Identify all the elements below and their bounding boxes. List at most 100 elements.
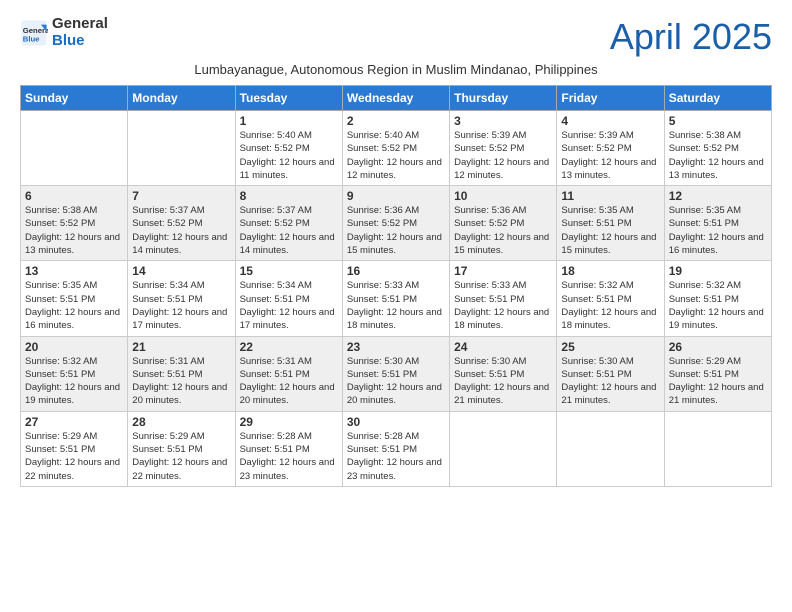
calendar-cell <box>664 411 771 486</box>
day-info: Sunrise: 5:34 AM Sunset: 5:51 PM Dayligh… <box>132 279 230 332</box>
day-number: 18 <box>561 264 659 278</box>
day-info: Sunrise: 5:32 AM Sunset: 5:51 PM Dayligh… <box>561 279 659 332</box>
week-row-1: 1Sunrise: 5:40 AM Sunset: 5:52 PM Daylig… <box>21 111 772 186</box>
calendar-cell: 24Sunrise: 5:30 AM Sunset: 5:51 PM Dayli… <box>450 336 557 411</box>
calendar-cell <box>450 411 557 486</box>
calendar-cell: 12Sunrise: 5:35 AM Sunset: 5:51 PM Dayli… <box>664 186 771 261</box>
day-info: Sunrise: 5:36 AM Sunset: 5:52 PM Dayligh… <box>454 204 552 257</box>
col-header-monday: Monday <box>128 86 235 111</box>
day-info: Sunrise: 5:29 AM Sunset: 5:51 PM Dayligh… <box>25 430 123 483</box>
day-number: 14 <box>132 264 230 278</box>
day-info: Sunrise: 5:29 AM Sunset: 5:51 PM Dayligh… <box>669 355 767 408</box>
logo: General Blue General Blue <box>20 16 108 49</box>
day-number: 27 <box>25 415 123 429</box>
calendar-cell: 19Sunrise: 5:32 AM Sunset: 5:51 PM Dayli… <box>664 261 771 336</box>
week-row-3: 13Sunrise: 5:35 AM Sunset: 5:51 PM Dayli… <box>21 261 772 336</box>
day-number: 24 <box>454 340 552 354</box>
day-number: 28 <box>132 415 230 429</box>
logo-text: General Blue <box>52 16 108 49</box>
day-number: 11 <box>561 189 659 203</box>
day-number: 5 <box>669 114 767 128</box>
calendar-header: SundayMondayTuesdayWednesdayThursdayFrid… <box>21 86 772 111</box>
day-number: 2 <box>347 114 445 128</box>
calendar-cell: 7Sunrise: 5:37 AM Sunset: 5:52 PM Daylig… <box>128 186 235 261</box>
calendar-cell: 16Sunrise: 5:33 AM Sunset: 5:51 PM Dayli… <box>342 261 449 336</box>
calendar-cell <box>128 111 235 186</box>
day-info: Sunrise: 5:33 AM Sunset: 5:51 PM Dayligh… <box>454 279 552 332</box>
calendar-cell: 30Sunrise: 5:28 AM Sunset: 5:51 PM Dayli… <box>342 411 449 486</box>
calendar-cell: 21Sunrise: 5:31 AM Sunset: 5:51 PM Dayli… <box>128 336 235 411</box>
day-number: 25 <box>561 340 659 354</box>
col-header-sunday: Sunday <box>21 86 128 111</box>
day-number: 21 <box>132 340 230 354</box>
col-header-thursday: Thursday <box>450 86 557 111</box>
day-number: 12 <box>669 189 767 203</box>
calendar-cell: 1Sunrise: 5:40 AM Sunset: 5:52 PM Daylig… <box>235 111 342 186</box>
week-row-5: 27Sunrise: 5:29 AM Sunset: 5:51 PM Dayli… <box>21 411 772 486</box>
day-info: Sunrise: 5:37 AM Sunset: 5:52 PM Dayligh… <box>132 204 230 257</box>
calendar-cell: 5Sunrise: 5:38 AM Sunset: 5:52 PM Daylig… <box>664 111 771 186</box>
day-info: Sunrise: 5:36 AM Sunset: 5:52 PM Dayligh… <box>347 204 445 257</box>
calendar-cell: 11Sunrise: 5:35 AM Sunset: 5:51 PM Dayli… <box>557 186 664 261</box>
calendar-cell: 10Sunrise: 5:36 AM Sunset: 5:52 PM Dayli… <box>450 186 557 261</box>
day-info: Sunrise: 5:37 AM Sunset: 5:52 PM Dayligh… <box>240 204 338 257</box>
logo-icon: General Blue <box>20 19 48 47</box>
header-row: SundayMondayTuesdayWednesdayThursdayFrid… <box>21 86 772 111</box>
day-number: 8 <box>240 189 338 203</box>
week-row-4: 20Sunrise: 5:32 AM Sunset: 5:51 PM Dayli… <box>21 336 772 411</box>
day-number: 10 <box>454 189 552 203</box>
day-info: Sunrise: 5:39 AM Sunset: 5:52 PM Dayligh… <box>454 129 552 182</box>
day-info: Sunrise: 5:30 AM Sunset: 5:51 PM Dayligh… <box>454 355 552 408</box>
week-row-2: 6Sunrise: 5:38 AM Sunset: 5:52 PM Daylig… <box>21 186 772 261</box>
day-number: 1 <box>240 114 338 128</box>
day-number: 15 <box>240 264 338 278</box>
day-info: Sunrise: 5:38 AM Sunset: 5:52 PM Dayligh… <box>25 204 123 257</box>
day-number: 13 <box>25 264 123 278</box>
header: General Blue General Blue April 2025 <box>20 16 772 58</box>
day-info: Sunrise: 5:38 AM Sunset: 5:52 PM Dayligh… <box>669 129 767 182</box>
day-number: 7 <box>132 189 230 203</box>
day-number: 20 <box>25 340 123 354</box>
day-number: 23 <box>347 340 445 354</box>
day-info: Sunrise: 5:30 AM Sunset: 5:51 PM Dayligh… <box>347 355 445 408</box>
logo-blue-text: Blue <box>52 33 108 50</box>
day-info: Sunrise: 5:40 AM Sunset: 5:52 PM Dayligh… <box>347 129 445 182</box>
calendar-cell: 6Sunrise: 5:38 AM Sunset: 5:52 PM Daylig… <box>21 186 128 261</box>
day-info: Sunrise: 5:32 AM Sunset: 5:51 PM Dayligh… <box>25 355 123 408</box>
calendar-cell: 27Sunrise: 5:29 AM Sunset: 5:51 PM Dayli… <box>21 411 128 486</box>
calendar-cell: 20Sunrise: 5:32 AM Sunset: 5:51 PM Dayli… <box>21 336 128 411</box>
calendar-cell: 23Sunrise: 5:30 AM Sunset: 5:51 PM Dayli… <box>342 336 449 411</box>
calendar-body: 1Sunrise: 5:40 AM Sunset: 5:52 PM Daylig… <box>21 111 772 487</box>
day-number: 3 <box>454 114 552 128</box>
day-info: Sunrise: 5:31 AM Sunset: 5:51 PM Dayligh… <box>132 355 230 408</box>
day-info: Sunrise: 5:35 AM Sunset: 5:51 PM Dayligh… <box>669 204 767 257</box>
day-info: Sunrise: 5:32 AM Sunset: 5:51 PM Dayligh… <box>669 279 767 332</box>
day-number: 6 <box>25 189 123 203</box>
calendar-table: SundayMondayTuesdayWednesdayThursdayFrid… <box>20 85 772 487</box>
day-number: 17 <box>454 264 552 278</box>
calendar-cell: 26Sunrise: 5:29 AM Sunset: 5:51 PM Dayli… <box>664 336 771 411</box>
calendar-cell: 15Sunrise: 5:34 AM Sunset: 5:51 PM Dayli… <box>235 261 342 336</box>
subtitle: Lumbayanague, Autonomous Region in Musli… <box>20 62 772 77</box>
svg-text:Blue: Blue <box>23 34 40 43</box>
calendar-cell: 18Sunrise: 5:32 AM Sunset: 5:51 PM Dayli… <box>557 261 664 336</box>
day-info: Sunrise: 5:40 AM Sunset: 5:52 PM Dayligh… <box>240 129 338 182</box>
day-info: Sunrise: 5:30 AM Sunset: 5:51 PM Dayligh… <box>561 355 659 408</box>
calendar-cell: 22Sunrise: 5:31 AM Sunset: 5:51 PM Dayli… <box>235 336 342 411</box>
day-number: 16 <box>347 264 445 278</box>
calendar-cell: 29Sunrise: 5:28 AM Sunset: 5:51 PM Dayli… <box>235 411 342 486</box>
day-info: Sunrise: 5:35 AM Sunset: 5:51 PM Dayligh… <box>561 204 659 257</box>
calendar-cell: 3Sunrise: 5:39 AM Sunset: 5:52 PM Daylig… <box>450 111 557 186</box>
day-number: 19 <box>669 264 767 278</box>
calendar-cell: 17Sunrise: 5:33 AM Sunset: 5:51 PM Dayli… <box>450 261 557 336</box>
calendar-cell: 14Sunrise: 5:34 AM Sunset: 5:51 PM Dayli… <box>128 261 235 336</box>
calendar-cell: 28Sunrise: 5:29 AM Sunset: 5:51 PM Dayli… <box>128 411 235 486</box>
day-info: Sunrise: 5:33 AM Sunset: 5:51 PM Dayligh… <box>347 279 445 332</box>
day-info: Sunrise: 5:34 AM Sunset: 5:51 PM Dayligh… <box>240 279 338 332</box>
day-number: 4 <box>561 114 659 128</box>
calendar-cell: 25Sunrise: 5:30 AM Sunset: 5:51 PM Dayli… <box>557 336 664 411</box>
calendar-cell: 8Sunrise: 5:37 AM Sunset: 5:52 PM Daylig… <box>235 186 342 261</box>
calendar-cell <box>557 411 664 486</box>
calendar-cell: 2Sunrise: 5:40 AM Sunset: 5:52 PM Daylig… <box>342 111 449 186</box>
calendar-cell: 13Sunrise: 5:35 AM Sunset: 5:51 PM Dayli… <box>21 261 128 336</box>
